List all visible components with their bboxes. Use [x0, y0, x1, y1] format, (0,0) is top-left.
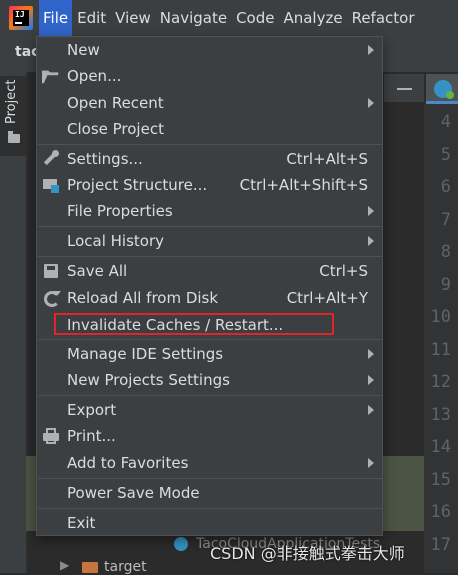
menu-item-new[interactable]: New	[37, 37, 382, 63]
menu-item-label: Local History	[67, 232, 165, 250]
menu-edit[interactable]: Edit	[73, 0, 110, 36]
menu-item-settings[interactable]: Settings... Ctrl+Alt+S	[37, 146, 382, 172]
line-number: 9	[440, 275, 451, 295]
menu-item-label: Open Recent	[67, 94, 164, 112]
menu-item-export[interactable]: Export	[37, 397, 382, 423]
wrench-icon	[42, 150, 60, 168]
menu-item-add-to-favorites[interactable]: Add to Favorites	[37, 450, 382, 476]
test-class-icon	[174, 537, 188, 551]
menu-item-label: Manage IDE Settings	[67, 345, 224, 363]
menu-item-label: Project Structure...	[67, 176, 208, 194]
menu-item-save-all[interactable]: Save All Ctrl+S	[37, 258, 382, 284]
menu-item-shortcut: Ctrl+Alt+Shift+S	[239, 176, 368, 194]
line-number: 7	[440, 210, 451, 230]
menu-separator	[38, 508, 383, 509]
menu-item-local-history[interactable]: Local History	[37, 228, 382, 254]
submenu-arrow-icon	[368, 206, 374, 216]
line-number: 11	[430, 340, 451, 360]
folder-icon	[82, 562, 98, 573]
line-number: 4	[440, 112, 451, 132]
menu-item-shortcut: Ctrl+Alt+S	[286, 150, 368, 168]
menu-item-open-recent[interactable]: Open Recent	[37, 90, 382, 116]
menu-analyze[interactable]: Analyze	[279, 0, 346, 36]
line-number: 14	[430, 437, 451, 457]
printer-icon	[42, 427, 60, 445]
line-number: 15	[430, 470, 451, 490]
menu-item-exit[interactable]: Exit	[37, 510, 382, 536]
menu-item-label: Print...	[67, 427, 116, 445]
line-number: 6	[440, 177, 451, 197]
menu-item-label: Reload All from Disk	[67, 289, 219, 307]
menu-view[interactable]: View	[111, 0, 155, 36]
line-number: 13	[430, 405, 451, 425]
menu-item-file-properties[interactable]: File Properties	[37, 198, 382, 224]
menu-separator	[38, 226, 383, 227]
line-number: 16	[430, 502, 451, 522]
submenu-arrow-icon	[368, 45, 374, 55]
submenu-arrow-icon	[368, 375, 374, 385]
menu-item-label: File Properties	[67, 202, 173, 220]
menu-item-project-structure[interactable]: Project Structure... Ctrl+Alt+Shift+S	[37, 172, 382, 198]
menu-refactor[interactable]: Refactor	[348, 0, 419, 36]
project-tool-tab-label: Project	[4, 79, 19, 124]
main-menu-bar: IJ File Edit View Navigate Code Analyze …	[0, 0, 458, 36]
menu-item-close-project[interactable]: Close Project	[37, 116, 382, 142]
open-folder-icon	[42, 70, 59, 84]
intellij-logo-icon: IJ	[9, 6, 33, 30]
project-structure-icon	[42, 176, 60, 194]
menu-item-manage-ide-settings[interactable]: Manage IDE Settings	[37, 341, 382, 367]
menu-item-shortcut: Ctrl+Alt+Y	[286, 289, 368, 307]
file-menu-dropdown: New Open... Open Recent Close Project Se…	[36, 36, 383, 536]
menu-item-label: New Projects Settings	[67, 371, 230, 389]
submenu-arrow-icon	[368, 458, 374, 468]
menu-item-label: Settings...	[67, 150, 143, 168]
menu-separator	[38, 395, 383, 396]
red-highlight-annotation	[54, 313, 334, 335]
menu-code[interactable]: Code	[232, 0, 278, 36]
menu-item-label: Add to Favorites	[67, 454, 189, 472]
menu-item-label: Open...	[67, 67, 122, 85]
line-number: 17	[430, 535, 451, 555]
reload-icon	[42, 289, 61, 307]
minimize-icon[interactable]	[397, 88, 412, 90]
menu-separator	[38, 144, 383, 145]
submenu-arrow-icon	[368, 236, 374, 246]
line-number: 5	[440, 145, 451, 165]
menu-item-shortcut: Ctrl+S	[319, 262, 368, 280]
menu-item-power-save-mode[interactable]: Power Save Mode	[37, 480, 382, 506]
menu-item-label: New	[67, 41, 100, 59]
menu-item-print[interactable]: Print...	[37, 423, 382, 449]
save-icon	[42, 262, 60, 280]
menu-item-label: Exit	[67, 514, 96, 532]
chevron-right-icon[interactable]: ▶	[60, 558, 69, 572]
menu-navigate[interactable]: Navigate	[156, 0, 231, 36]
menu-file[interactable]: File	[39, 0, 73, 36]
menu-separator	[38, 256, 383, 257]
menu-item-reload-all[interactable]: Reload All from Disk Ctrl+Alt+Y	[37, 285, 382, 311]
menu-item-label: Close Project	[67, 120, 164, 138]
java-class-icon	[434, 80, 454, 99]
menu-item-label: Power Save Mode	[67, 484, 200, 502]
submenu-arrow-icon	[368, 349, 374, 359]
line-number: 10	[430, 307, 451, 327]
menu-item-label: Save All	[67, 262, 128, 280]
submenu-arrow-icon	[368, 98, 374, 108]
menu-separator	[38, 478, 383, 479]
menu-item-new-projects-settings[interactable]: New Projects Settings	[37, 367, 382, 393]
menu-item-open[interactable]: Open...	[37, 63, 382, 89]
menu-separator	[38, 339, 383, 340]
submenu-arrow-icon	[368, 405, 374, 415]
project-folder-icon	[8, 131, 20, 143]
line-number: 8	[440, 242, 451, 262]
csdn-watermark: CSDN @非接触式拳击大师	[210, 544, 405, 563]
line-number: 12	[430, 372, 451, 392]
menu-item-label: Export	[67, 401, 117, 419]
